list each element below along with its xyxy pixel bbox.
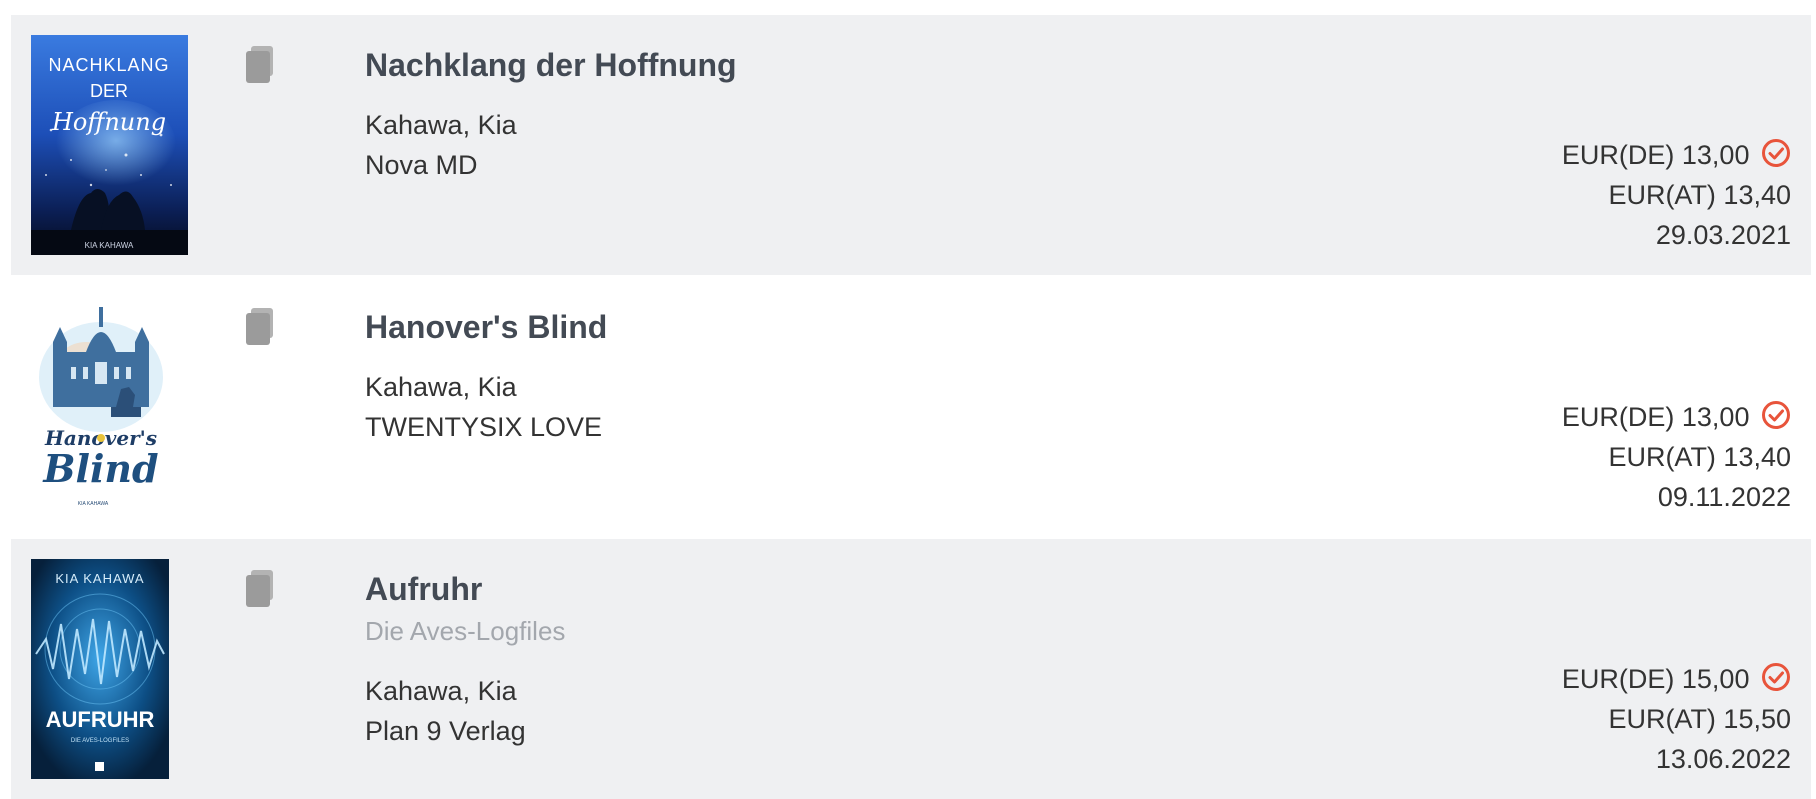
cover-line2: Blind: [42, 446, 158, 491]
price-at: EUR(AT) 15,50: [1608, 704, 1791, 734]
cover-line1: KIA KAHAWA: [55, 571, 144, 586]
check-circle-icon: [1762, 663, 1790, 691]
book-row[interactable]: Hanover's Blind KIA KAHAWA Hanover's Bli…: [11, 277, 1811, 537]
check-circle-icon: [1762, 401, 1790, 429]
book-row[interactable]: NACHKLANG DER Hoffnung KIA KAHAWA Nachkl…: [11, 15, 1811, 275]
cover-footer: KIA KAHAWA: [78, 501, 109, 507]
book-author[interactable]: Kahawa, Kia: [365, 372, 517, 403]
book-publisher: TWENTYSIX LOVE: [365, 412, 603, 442]
book-author[interactable]: Kahawa, Kia: [365, 676, 517, 707]
cover-line2: AUFRUHR: [46, 707, 155, 732]
cover-art: KIA KAHAWA AUFRUHR DIE AVES-LOGFILES: [31, 559, 169, 779]
price-info: EUR(DE) 13,00 EUR(AT) 13,40 09.11.2022: [1562, 397, 1791, 517]
book-cover-image[interactable]: Hanover's Blind KIA KAHAWA: [31, 297, 171, 517]
book-icon: [246, 46, 273, 83]
cover-line1: NACHKLANG: [48, 55, 169, 75]
cover-footer: KIA KAHAWA: [85, 241, 134, 250]
book-title[interactable]: Nachklang der Hoffnung: [365, 47, 737, 84]
cover-line3: Hoffnung: [51, 108, 166, 136]
publication-date: 09.11.2022: [1657, 482, 1791, 512]
check-circle-icon: [1762, 139, 1790, 167]
price-de: EUR(DE) 13,00: [1561, 140, 1750, 170]
book-cover-image[interactable]: NACHKLANG DER Hoffnung KIA KAHAWA: [31, 35, 188, 255]
book-publisher: Nova MD: [365, 150, 478, 180]
cover-art: NACHKLANG DER Hoffnung KIA KAHAWA: [31, 35, 188, 255]
cover-art: Hanover's Blind KIA KAHAWA: [31, 297, 171, 517]
price-de-line: EUR(DE) 15,00: [1562, 659, 1791, 699]
publication-date: 13.06.2022: [1655, 744, 1791, 774]
publication-date: 29.03.2021: [1655, 220, 1791, 250]
price-at: EUR(AT) 13,40: [1608, 180, 1791, 210]
cover-footer: DIE AVES-LOGFILES: [71, 738, 129, 744]
price-at: EUR(AT) 13,40: [1608, 442, 1791, 472]
book-series: Die Aves-Logfiles: [365, 616, 566, 646]
cover-line2: DER: [90, 81, 128, 101]
price-de: EUR(DE) 13,00: [1561, 402, 1750, 432]
price-de: EUR(DE) 15,00: [1561, 664, 1750, 694]
price-de-line: EUR(DE) 13,00: [1562, 135, 1791, 175]
price-de-line: EUR(DE) 13,00: [1562, 397, 1791, 437]
price-info: EUR(DE) 15,00 EUR(AT) 15,50 13.06.2022: [1562, 659, 1791, 779]
book-author[interactable]: Kahawa, Kia: [365, 110, 517, 141]
book-row[interactable]: KIA KAHAWA AUFRUHR DIE AVES-LOGFILES Auf…: [11, 539, 1811, 799]
book-title[interactable]: Aufruhr: [365, 571, 482, 608]
book-icon: [246, 570, 273, 607]
book-cover-image[interactable]: KIA KAHAWA AUFRUHR DIE AVES-LOGFILES: [31, 559, 169, 779]
book-publisher: Plan 9 Verlag: [365, 716, 526, 746]
price-info: EUR(DE) 13,00 EUR(AT) 13,40 29.03.2021: [1562, 135, 1791, 255]
book-title[interactable]: Hanover's Blind: [365, 309, 607, 346]
book-icon: [246, 308, 273, 345]
